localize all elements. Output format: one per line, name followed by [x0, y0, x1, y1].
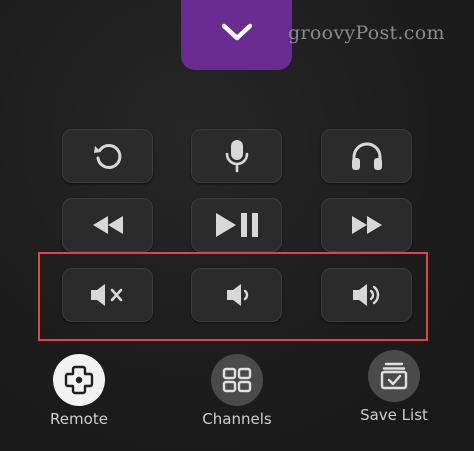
nav-channels-label: Channels	[202, 410, 272, 428]
rewind-button[interactable]	[62, 198, 153, 252]
voice-search-button[interactable]	[191, 129, 282, 183]
replay-icon	[93, 143, 121, 169]
rewind-icon	[92, 216, 123, 234]
fast-forward-icon	[351, 216, 382, 234]
nav-remote[interactable]: Remote	[29, 354, 129, 428]
play-pause-icon	[215, 213, 258, 237]
fast-forward-button[interactable]	[321, 198, 412, 252]
save-list-icon	[380, 362, 408, 390]
private-listening-button[interactable]	[321, 129, 412, 183]
nav-save-list-circle	[368, 350, 420, 402]
nav-remote-circle	[53, 354, 105, 406]
volume-down-icon	[226, 284, 248, 306]
nav-channels-circle	[211, 354, 263, 406]
replay-button[interactable]	[62, 129, 153, 183]
play-pause-button[interactable]	[191, 198, 282, 252]
nav-remote-label: Remote	[50, 410, 108, 428]
nav-save-list-label: Save List	[360, 406, 428, 424]
gamepad-icon	[64, 365, 94, 395]
nav-save-list[interactable]: Save List	[344, 350, 444, 424]
volume-up-button[interactable]	[321, 268, 412, 322]
roku-remote-screen: groovyPost.com Remote Channels Save List	[0, 0, 474, 451]
microphone-icon	[225, 140, 248, 173]
nav-channels[interactable]: Channels	[187, 354, 287, 428]
chevron-down-icon	[221, 23, 252, 41]
mute-button[interactable]	[62, 268, 153, 322]
headphones-icon	[351, 142, 382, 170]
volume-up-icon	[352, 284, 379, 306]
grid-icon	[222, 367, 252, 393]
watermark: groovyPost.com	[288, 22, 445, 44]
down-button[interactable]	[181, 0, 292, 70]
volume-down-button[interactable]	[191, 268, 282, 322]
mute-icon	[90, 284, 122, 306]
